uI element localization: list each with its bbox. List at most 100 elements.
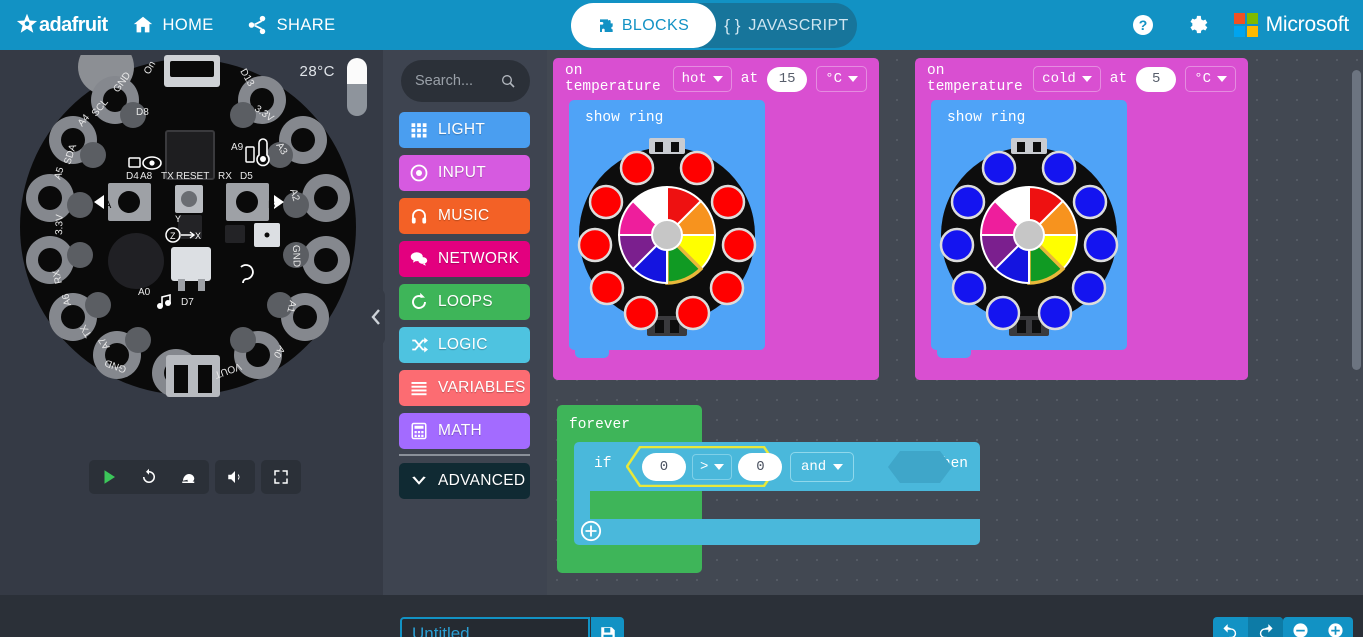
toolbox-category-light[interactable]: LIGHT <box>399 112 530 148</box>
svg-text:A8: A8 <box>140 171 153 182</box>
category-label: VARIABLES <box>438 379 526 396</box>
temperature-value-input[interactable]: 5 <box>1136 66 1177 92</box>
temperature-condition-dropdown[interactable]: cold <box>1033 66 1101 92</box>
share-button[interactable]: SHARE <box>230 0 352 50</box>
redo-button[interactable] <box>1248 617 1283 637</box>
tab-blocks-label: BLOCKS <box>621 16 690 34</box>
hat-body: show ring <box>915 100 1248 358</box>
gear-icon <box>1190 15 1208 33</box>
block-text-prefix: on temperature <box>927 63 1023 95</box>
braces-icon: { } <box>724 15 741 35</box>
expand-icon <box>274 470 288 484</box>
minus-circle-icon <box>1293 622 1308 637</box>
chevron-down-icon <box>833 464 844 470</box>
share-icon <box>248 15 265 35</box>
svg-text:Z: Z <box>170 231 176 241</box>
slow-motion-button[interactable] <box>169 460 209 494</box>
search-input[interactable]: Search... <box>401 60 530 102</box>
empty-boolean-slot[interactable] <box>888 451 952 483</box>
microsoft-label: Microsoft <box>1265 13 1350 36</box>
operator-dropdown[interactable]: > <box>692 453 733 480</box>
ring-color-picker-cold[interactable] <box>939 130 1119 340</box>
category-label: LOGIC <box>438 336 488 353</box>
temperature-condition-dropdown[interactable]: hot <box>672 66 732 92</box>
tab-blocks[interactable]: BLOCKS <box>571 3 716 48</box>
at-label: at <box>1109 71 1128 87</box>
snail-icon <box>182 474 195 483</box>
settings-button[interactable] <box>1170 0 1224 50</box>
mute-button[interactable] <box>215 460 255 494</box>
category-label: LIGHT <box>438 121 486 138</box>
shuffle-icon <box>412 337 428 353</box>
circuit-playground-board[interactable]: On D13 GND SCL A4 SDA A5 3.3V RX A6 TX A… <box>18 39 366 400</box>
magnifier-icon <box>502 75 515 88</box>
save-button[interactable] <box>591 617 624 637</box>
adafruit-logo[interactable]: adafruit <box>0 0 116 50</box>
toolbox-category-network[interactable]: NETWORK <box>399 241 530 277</box>
home-button[interactable]: HOME <box>116 0 230 50</box>
top-navigation-bar: adafruit HOME SHARE BLOCKS { } JAVASCRIP… <box>0 0 1363 50</box>
block-show-ring-hot[interactable]: show ring <box>569 100 765 350</box>
category-label: LOOPS <box>438 293 493 310</box>
ring-color-picker-hot[interactable] <box>577 130 757 340</box>
chevron-left-icon <box>370 309 380 325</box>
microsoft-logo[interactable]: Microsoft <box>1224 0 1363 50</box>
svg-text:3.3V: 3.3V <box>54 214 66 235</box>
boolean-operator-dropdown[interactable]: and <box>790 452 855 482</box>
toolbox-category-input[interactable]: INPUT <box>399 155 530 191</box>
block-show-ring-cold[interactable]: show ring <box>931 100 1127 350</box>
help-button[interactable]: ? <box>1116 0 1170 50</box>
board-svg: On D13 GND SCL A4 SDA A5 3.3V RX A6 TX A… <box>20 39 356 397</box>
toolbox-category-logic[interactable]: LOGIC <box>399 327 530 363</box>
view-control <box>261 460 301 494</box>
dropdown-value: °C <box>1194 71 1211 87</box>
chevron-down-icon <box>714 463 725 470</box>
temperature-unit-dropdown[interactable]: °C <box>1185 66 1236 92</box>
undo-button[interactable] <box>1213 617 1248 637</box>
toolbox-category-loops[interactable]: LOOPS <box>399 284 530 320</box>
block-if-then[interactable]: if then 0 > 0 and <box>574 442 980 545</box>
tab-javascript[interactable]: { } JAVASCRIPT <box>716 3 857 48</box>
play-button[interactable] <box>89 460 129 494</box>
zoom-in-button[interactable] <box>1318 617 1353 637</box>
right-operand-input[interactable]: 0 <box>738 452 783 481</box>
project-name-input[interactable]: Untitled <box>400 617 590 637</box>
dropdown-value: hot <box>681 71 707 87</box>
blocks-workspace[interactable]: on temperature hot at 15 °C show ring on… <box>547 50 1363 595</box>
toolbox-category-advanced[interactable]: ADVANCED <box>399 463 530 499</box>
block-notch <box>575 350 609 358</box>
svg-text:Y: Y <box>175 214 181 224</box>
svg-text:D7: D7 <box>181 297 194 308</box>
search-placeholder: Search... <box>415 73 474 89</box>
block-on-temperature-cold[interactable]: on temperature cold at 5 °C show ring <box>915 58 1248 380</box>
toolbox-category-music[interactable]: MUSIC <box>399 198 530 234</box>
simulator-toolbar <box>89 460 301 494</box>
expand-if-button[interactable] <box>580 520 602 542</box>
lines-icon <box>411 382 427 396</box>
svg-text:D5: D5 <box>240 171 253 182</box>
top-right-actions: ? Microsoft <box>1116 0 1363 50</box>
toolbox-category-math[interactable]: MATH <box>399 413 530 449</box>
redo-icon <box>1259 623 1273 637</box>
fullscreen-button[interactable] <box>261 460 301 494</box>
grid-icon <box>411 123 427 138</box>
svg-text:X: X <box>195 231 201 241</box>
temperature-value-input[interactable]: 15 <box>767 66 808 92</box>
temperature-unit-dropdown[interactable]: °C <box>816 66 867 92</box>
undo-icon <box>1223 623 1237 637</box>
restart-button[interactable] <box>129 460 169 494</box>
left-operand-input[interactable]: 0 <box>642 452 686 481</box>
show-ring-label: show ring <box>947 110 1026 126</box>
boolean-operator-value: and <box>801 459 827 475</box>
zoom-out-button[interactable] <box>1283 617 1318 637</box>
svg-text:B: B <box>268 199 275 211</box>
calculator-icon <box>411 422 427 440</box>
block-on-temperature-hot[interactable]: on temperature hot at 15 °C show ring <box>553 58 879 380</box>
adafruit-wordmark: adafruit <box>39 13 108 36</box>
workspace-vertical-scrollbar[interactable] <box>1352 70 1361 370</box>
toolbox-category-variables[interactable]: VARIABLES <box>399 370 530 406</box>
comparison-expression[interactable]: 0 > 0 <box>626 446 783 487</box>
collapse-simulator-handle[interactable] <box>366 288 385 346</box>
chevron-down-icon <box>848 76 858 82</box>
speaker-icon <box>228 471 240 483</box>
